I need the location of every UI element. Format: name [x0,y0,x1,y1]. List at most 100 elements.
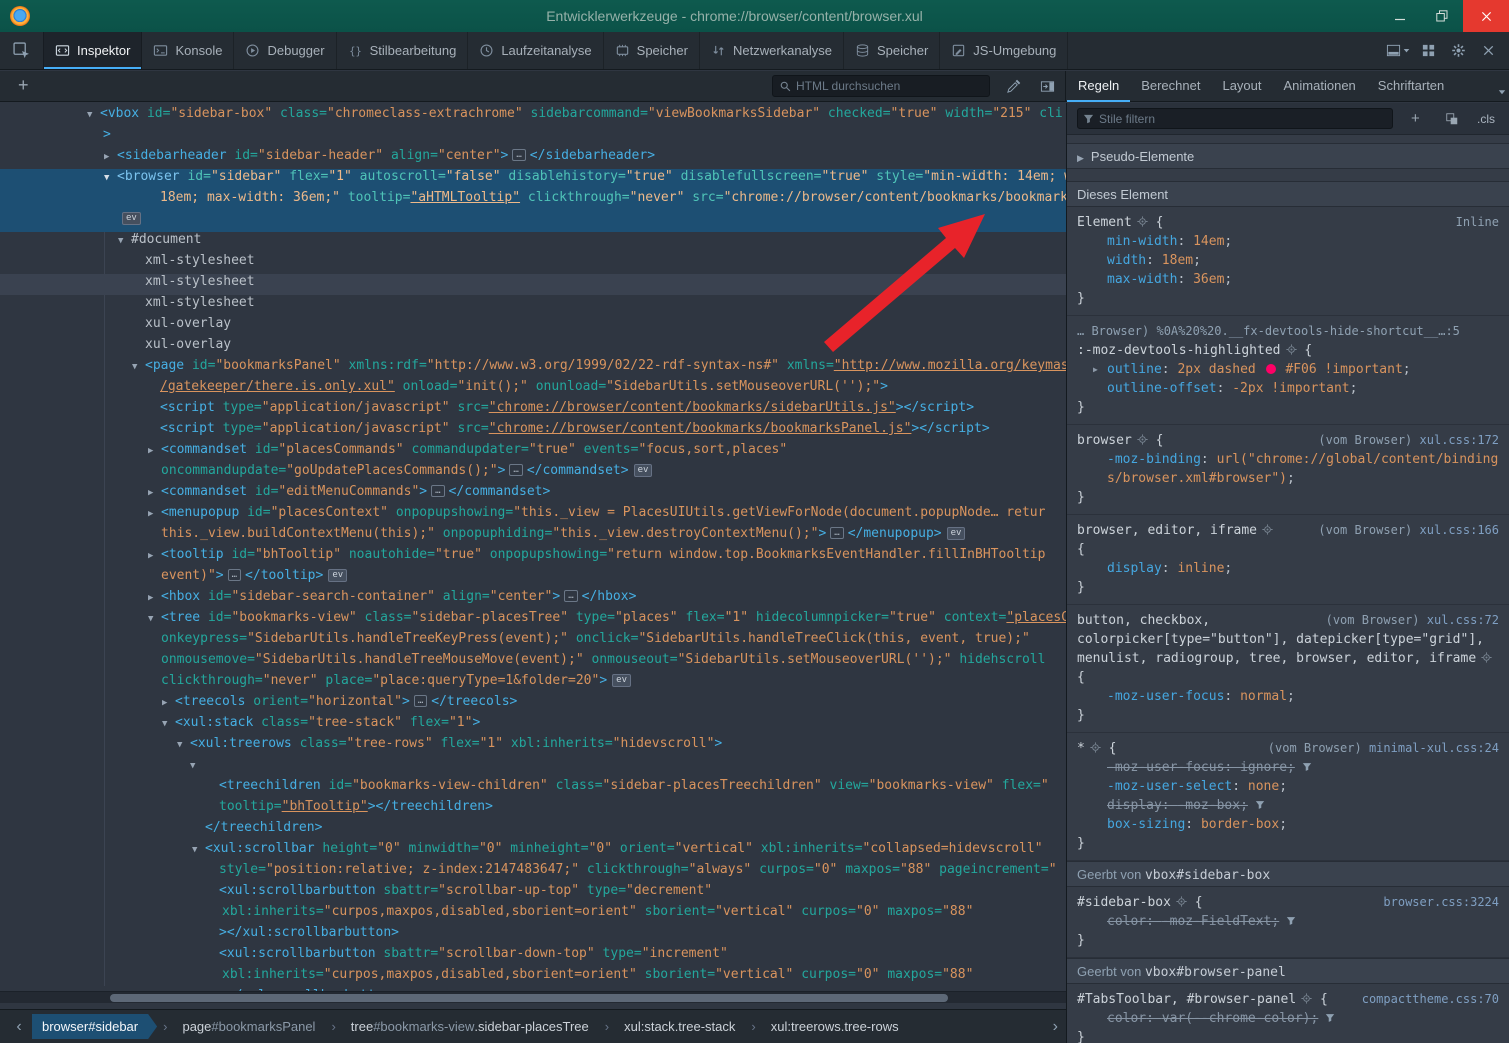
markup-row[interactable]: ▼<xul:stack class="tree-stack" flex="1"> [0,715,1066,736]
css-declaration[interactable]: color: -moz-FieldText; [1077,912,1499,931]
markup-row[interactable]: </treechildren> [0,820,1066,841]
rule-selector[interactable]: browser, editor, iframe [1077,523,1257,538]
css-declaration[interactable]: -moz-user-focus: ignore; [1077,758,1499,777]
rule-selector[interactable]: Element [1077,215,1132,230]
minimize-button[interactable] [1379,0,1421,32]
markup-row[interactable]: 18em; max-width: 36em;" tooltip="aHTMLTo… [0,190,1066,211]
twisty-icon[interactable]: ▼ [104,173,117,183]
close-toolbox-button[interactable] [1473,32,1503,70]
sidebar-tab-berechnet[interactable]: Berechnet [1130,71,1211,102]
markup-row[interactable]: clickthrough="never" place="place:queryT… [0,673,1066,694]
tab-laufzeitanalyse[interactable]: Laufzeitanalyse [468,32,603,69]
collapsed-inline-badge[interactable]: … [228,569,241,581]
markup-row[interactable]: <script type="application/javascript" sr… [0,421,1066,442]
event-listeners-badge[interactable]: ev [612,674,631,687]
css-declaration[interactable]: color: var(--chrome-color); [1077,1009,1499,1028]
css-declaration[interactable]: -moz-user-select: none; [1077,777,1499,796]
breadcrumb-item[interactable]: xul:treerows.tree-rows [761,1014,909,1039]
tab-debugger[interactable]: Debugger [234,32,336,69]
tab-js-umgebung[interactable]: JS-Umgebung [940,32,1068,69]
sidebar-tab-layout[interactable]: Layout [1211,71,1272,102]
collapsed-inline-badge[interactable]: … [830,527,843,539]
twisty-icon[interactable]: ▶ [148,446,161,456]
color-swatch[interactable] [1266,364,1276,374]
collapsed-inline-badge[interactable]: … [564,590,577,602]
markup-row[interactable]: onmousemove="SidebarUtils.handleTreeMous… [0,652,1066,673]
css-declaration[interactable]: ▶outline: 2px dashed #F06 !important; [1077,360,1499,379]
selector-highlighter-icon[interactable] [1137,216,1148,227]
rule-selector[interactable]: #sidebar-box [1077,895,1171,910]
selector-highlighter-icon[interactable] [1262,524,1273,535]
tab-netzwerkanalyse[interactable]: Netzwerkanalyse [700,32,844,69]
css-declaration[interactable]: -moz-user-focus: normal; [1077,687,1499,706]
sidebar-tab-schriftarten[interactable]: Schriftarten [1367,71,1455,102]
markup-row[interactable]: xul-overlay [0,337,1066,358]
markup-row[interactable]: xbl:inherits="curpos,maxpos,disabled,sbo… [0,967,1066,988]
twisty-icon[interactable]: ▼ [148,614,161,624]
twisty-icon[interactable]: ▶ [148,551,161,561]
settings-button[interactable] [1443,32,1473,70]
collapsed-inline-badge[interactable]: … [414,695,427,707]
dock-button[interactable] [1383,32,1413,70]
rule-source-link[interactable]: xul.css:166 [1420,523,1499,537]
breadcrumb-item[interactable]: xul:stack.tree-stack [614,1014,745,1039]
collapsed-inline-badge[interactable]: … [512,149,525,161]
markup-row[interactable]: /gatekeeper/there.is.only.xul" onload="i… [0,379,1066,400]
tab-stilbearbeitung[interactable]: {}Stilbearbeitung [337,32,469,69]
css-declaration[interactable]: width: 18em; [1077,251,1499,270]
twisty-icon[interactable]: ▶ [148,593,161,603]
expand-property-icon[interactable]: ▶ [1093,360,1098,379]
css-declaration[interactable]: min-width: 14em; [1077,232,1499,251]
sidebar-expand-button[interactable] [1034,74,1060,99]
css-declaration[interactable]: display: -moz-box; [1077,796,1499,815]
twisty-icon[interactable]: ▼ [162,719,175,729]
markup-row[interactable]: style="position:relative; z-index:214748… [0,862,1066,883]
event-listeners-badge[interactable]: ev [328,569,347,582]
breadcrumb-item[interactable]: page#bookmarksPanel [172,1014,325,1039]
markup-row[interactable]: ▼<xul:treerows class="tree-rows" flex="1… [0,736,1066,757]
overridden-filter-icon[interactable] [1325,1012,1335,1023]
horizontal-scrollbar[interactable] [0,991,1066,1003]
pick-element-button[interactable] [0,32,44,69]
markup-row[interactable]: > [0,127,1066,148]
css-declaration[interactable]: -moz-binding: url("chrome://global/conte… [1077,450,1499,488]
markup-row[interactable]: <xul:scrollbarbutton sbattr="scrollbar-d… [0,946,1066,967]
rule-source-link[interactable]: … Browser) %0A%20%20.__fx-devtools-hide-… [1077,322,1499,341]
rules-section-header[interactable]: Dieses Element [1067,181,1509,207]
markup-row[interactable]: ></xul:scrollbarbutton> [0,925,1066,946]
twisty-icon[interactable]: ▼ [192,845,205,855]
rule-source-link[interactable]: compacttheme.css:70 [1362,992,1499,1006]
markup-row[interactable]: xml-stylesheet [0,253,1066,274]
markup-row[interactable]: this._view.buildContextMenu(this);" onpo… [0,526,1066,547]
rule-source-link[interactable]: xul.css:72 [1427,613,1499,627]
markup-row[interactable]: ▶<menupopup id="placesContext" onpopupsh… [0,505,1066,526]
selector-highlighter-icon[interactable] [1137,434,1148,445]
markup-row[interactable]: xml-stylesheet [0,295,1066,316]
overridden-filter-icon[interactable] [1286,915,1296,926]
tab-inspektor[interactable]: Inspektor [44,32,142,69]
markup-row[interactable]: xbl:inherits="curpos,maxpos,disabled,sbo… [0,904,1066,925]
markup-row[interactable]: ▶<commandset id="editMenuCommands">…</co… [0,484,1066,505]
close-button[interactable] [1463,0,1509,32]
rule-selector[interactable]: * [1077,741,1085,756]
twisty-icon[interactable]: ▼ [190,761,203,771]
markup-row[interactable]: ▶<tooltip id="bhTooltip" noautohide="tru… [0,547,1066,568]
markup-row[interactable]: <treechildren id="bookmarks-view-childre… [0,778,1066,799]
tab-konsole[interactable]: Konsole [142,32,234,69]
frames-button[interactable] [1413,32,1443,70]
markup-row[interactable]: ▼<xul:scrollbar height="0" minwidth="0" … [0,841,1066,862]
breadcrumb-item[interactable]: browser#sidebar [32,1014,157,1039]
twisty-icon[interactable]: ▶ [104,152,117,162]
twisty-icon[interactable]: ▼ [87,110,100,120]
breadcrumb-item[interactable]: tree#bookmarks-view.sidebar-placesTree [341,1014,599,1039]
css-declaration[interactable]: box-sizing: border-box; [1077,815,1499,834]
event-listeners-badge[interactable]: ev [122,212,141,225]
markup-row[interactable]: <xul:scrollbarbutton sbattr="scrollbar-u… [0,883,1066,904]
rule-selector[interactable]: :-moz-devtools-highlighted [1077,343,1281,358]
twisty-icon[interactable]: ▶ [1077,146,1084,169]
css-declaration[interactable]: max-width: 36em; [1077,270,1499,289]
selector-highlighter-icon[interactable] [1090,742,1101,753]
markup-search[interactable] [772,75,990,97]
collapsed-inline-badge[interactable]: … [509,464,522,476]
twisty-icon[interactable]: ▼ [132,362,145,372]
